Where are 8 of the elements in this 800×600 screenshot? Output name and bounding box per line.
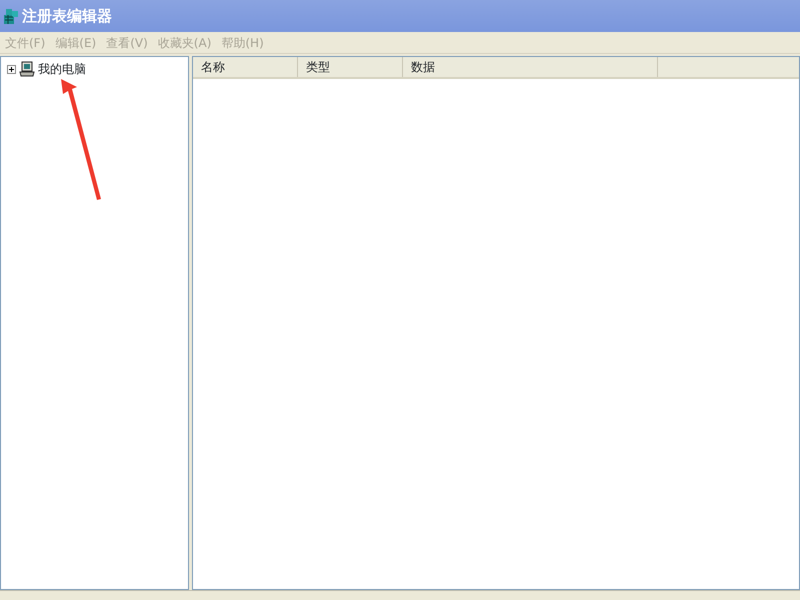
registry-icon <box>3 7 19 25</box>
window-title: 注册表编辑器 <box>22 6 112 27</box>
column-header[interactable]: 类型 <box>298 57 403 77</box>
column-header[interactable]: 数据 <box>403 57 658 77</box>
column-header[interactable]: 名称 <box>193 57 298 77</box>
tree-item[interactable]: 我的电脑 <box>38 60 86 78</box>
expand-icon[interactable] <box>7 64 16 74</box>
computer-icon <box>19 61 35 77</box>
